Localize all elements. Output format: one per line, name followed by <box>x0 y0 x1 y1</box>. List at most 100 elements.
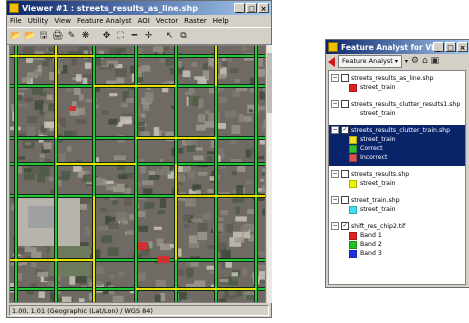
rooftop <box>245 149 251 158</box>
rooftop <box>259 140 265 145</box>
rooftop <box>198 98 204 109</box>
menu-aoi[interactable]: AOI <box>138 17 150 25</box>
layer-header[interactable]: − streets_results_as_line.shp <box>329 73 465 83</box>
edit-icon[interactable]: ✎ <box>66 31 77 42</box>
viewer-titlebar[interactable]: Viewer #1 : streets_results_as_line.shp … <box>7 1 271 15</box>
collapse-toggle-icon[interactable]: − <box>331 126 339 134</box>
layer-header[interactable]: − streets_results.shp <box>329 169 465 179</box>
menu-file[interactable]: File <box>10 17 22 25</box>
collapse-toggle-icon[interactable]: − <box>331 196 339 204</box>
fa-title: Feature Analyst for Vie... <box>341 42 433 52</box>
rooftop <box>239 226 249 232</box>
rooftop <box>196 124 206 131</box>
legend-entry: Incorrect <box>329 153 465 162</box>
rooftop <box>260 178 265 182</box>
rooftop <box>69 276 75 285</box>
rooftop <box>78 94 84 101</box>
layer-header[interactable]: − ✓ shift_res_chip2.tif <box>329 221 465 231</box>
collapse-toggle-icon[interactable]: − <box>331 100 339 108</box>
collapse-toggle-icon[interactable]: − <box>331 170 339 178</box>
layer-header[interactable]: − street_train.shp <box>329 195 465 205</box>
layer-list: − streets_results_as_line.shp street_train… <box>328 70 466 285</box>
layer-header[interactable]: − streets_results_clutter_results1.shp <box>329 99 465 109</box>
layer-name: streets_results.shp <box>351 170 410 178</box>
layer-visibility-checkbox[interactable]: ✓ <box>341 126 349 134</box>
rooftop <box>24 168 32 173</box>
rooftop <box>37 65 42 72</box>
back-arrow-icon[interactable] <box>328 56 335 67</box>
rooftop <box>241 268 247 277</box>
rooftop <box>43 142 52 150</box>
rooftop <box>101 235 113 244</box>
scrollbar-thumb[interactable] <box>267 53 272 113</box>
rooftop <box>108 118 119 125</box>
rooftop <box>113 155 126 160</box>
rooftop <box>116 77 125 84</box>
layer-item[interactable]: − ✓ streets_results_clutter_train.shp stree… <box>329 125 465 166</box>
map-image[interactable] <box>10 46 265 302</box>
fa-close-button[interactable]: × <box>457 42 468 52</box>
save-icon[interactable]: 🖫 <box>38 31 49 42</box>
menu-view[interactable]: View <box>54 17 71 25</box>
collapse-toggle-icon[interactable]: − <box>331 222 339 230</box>
open-folder-icon[interactable]: 📂 <box>24 31 35 42</box>
layer-visibility-checkbox[interactable] <box>341 100 349 108</box>
layer-visibility-checkbox[interactable]: ✓ <box>341 222 349 230</box>
zoom-fit-icon[interactable]: ✥ <box>101 31 112 42</box>
fa-minimize-button[interactable]: _ <box>433 42 444 52</box>
print-icon[interactable]: 🖨 <box>52 31 63 42</box>
pointer-icon[interactable]: ↖ <box>164 31 175 42</box>
crosshair-icon[interactable]: ✛ <box>143 31 154 42</box>
layer-visibility-checkbox[interactable] <box>341 74 349 82</box>
rooftop <box>49 176 54 182</box>
open-icon[interactable]: 📂 <box>10 31 21 42</box>
measure-icon[interactable]: ━ <box>129 31 140 42</box>
minimize-button[interactable]: _ <box>234 3 245 13</box>
rooftop <box>193 155 204 161</box>
feature-analyst-dropdown[interactable]: Feature Analyst ▾ <box>338 55 402 68</box>
fa-titlebar[interactable]: Feature Analyst for Vie... _ □ × <box>326 40 469 54</box>
rooftop <box>246 180 253 185</box>
rooftop <box>82 174 93 182</box>
home-icon[interactable]: ⌂ <box>422 56 428 67</box>
layer-item[interactable]: − streets_results_as_line.shp street_train <box>329 73 465 96</box>
rooftop <box>198 114 206 123</box>
layer-item[interactable]: − ✓ shift_res_chip2.tif Band 1 Band 2 Band 3 <box>329 221 465 262</box>
dropdown-caret-icon[interactable]: ▾ <box>405 58 408 65</box>
layer-header[interactable]: − ✓ streets_results_clutter_train.shp <box>329 125 465 135</box>
rooftop <box>231 171 237 176</box>
save-icon[interactable]: ▣ <box>431 56 440 67</box>
tools-icon[interactable]: ⚙ <box>411 56 419 67</box>
rooftop <box>44 112 55 120</box>
menu-raster[interactable]: Raster <box>184 17 207 25</box>
vertical-scrollbar[interactable] <box>267 45 272 303</box>
legend-entry: street_train <box>329 205 465 214</box>
layer-visibility-checkbox[interactable] <box>341 170 349 178</box>
rooftop <box>115 68 127 77</box>
maximize-button[interactable]: □ <box>246 3 257 13</box>
menu-feature-analyst[interactable]: Feature Analyst <box>77 17 132 25</box>
rooftop <box>108 63 114 68</box>
rooftop <box>61 170 71 179</box>
layer-visibility-checkbox[interactable] <box>341 196 349 204</box>
close-button[interactable]: × <box>258 3 269 13</box>
layer-name: shift_res_chip2.tif <box>351 222 406 230</box>
rooftop <box>186 145 196 153</box>
layer-item[interactable]: − streets_results.shp street_train <box>329 169 465 192</box>
clear-icon[interactable]: ❋ <box>80 31 91 42</box>
menu-utility[interactable]: Utility <box>28 17 49 25</box>
map-canvas[interactable] <box>9 45 266 303</box>
menu-vector[interactable]: Vector <box>156 17 178 25</box>
fa-maximize-button[interactable]: □ <box>445 42 456 52</box>
layer-item[interactable]: − street_train.shp street_train <box>329 195 465 218</box>
layer-item[interactable]: − streets_results_clutter_results1.shp str… <box>329 99 465 122</box>
fullscreen-icon[interactable]: ⛶ <box>115 31 126 42</box>
rooftop <box>144 91 154 102</box>
menu-help[interactable]: Help <box>213 17 229 25</box>
rooftop <box>188 235 197 243</box>
collapse-toggle-icon[interactable]: − <box>331 74 339 82</box>
incorrect-patch <box>138 242 148 250</box>
layer-name: streets_results_clutter_results1.shp <box>351 100 461 108</box>
rooftop <box>203 212 212 220</box>
inquire-icon[interactable]: ⧉ <box>178 31 189 42</box>
